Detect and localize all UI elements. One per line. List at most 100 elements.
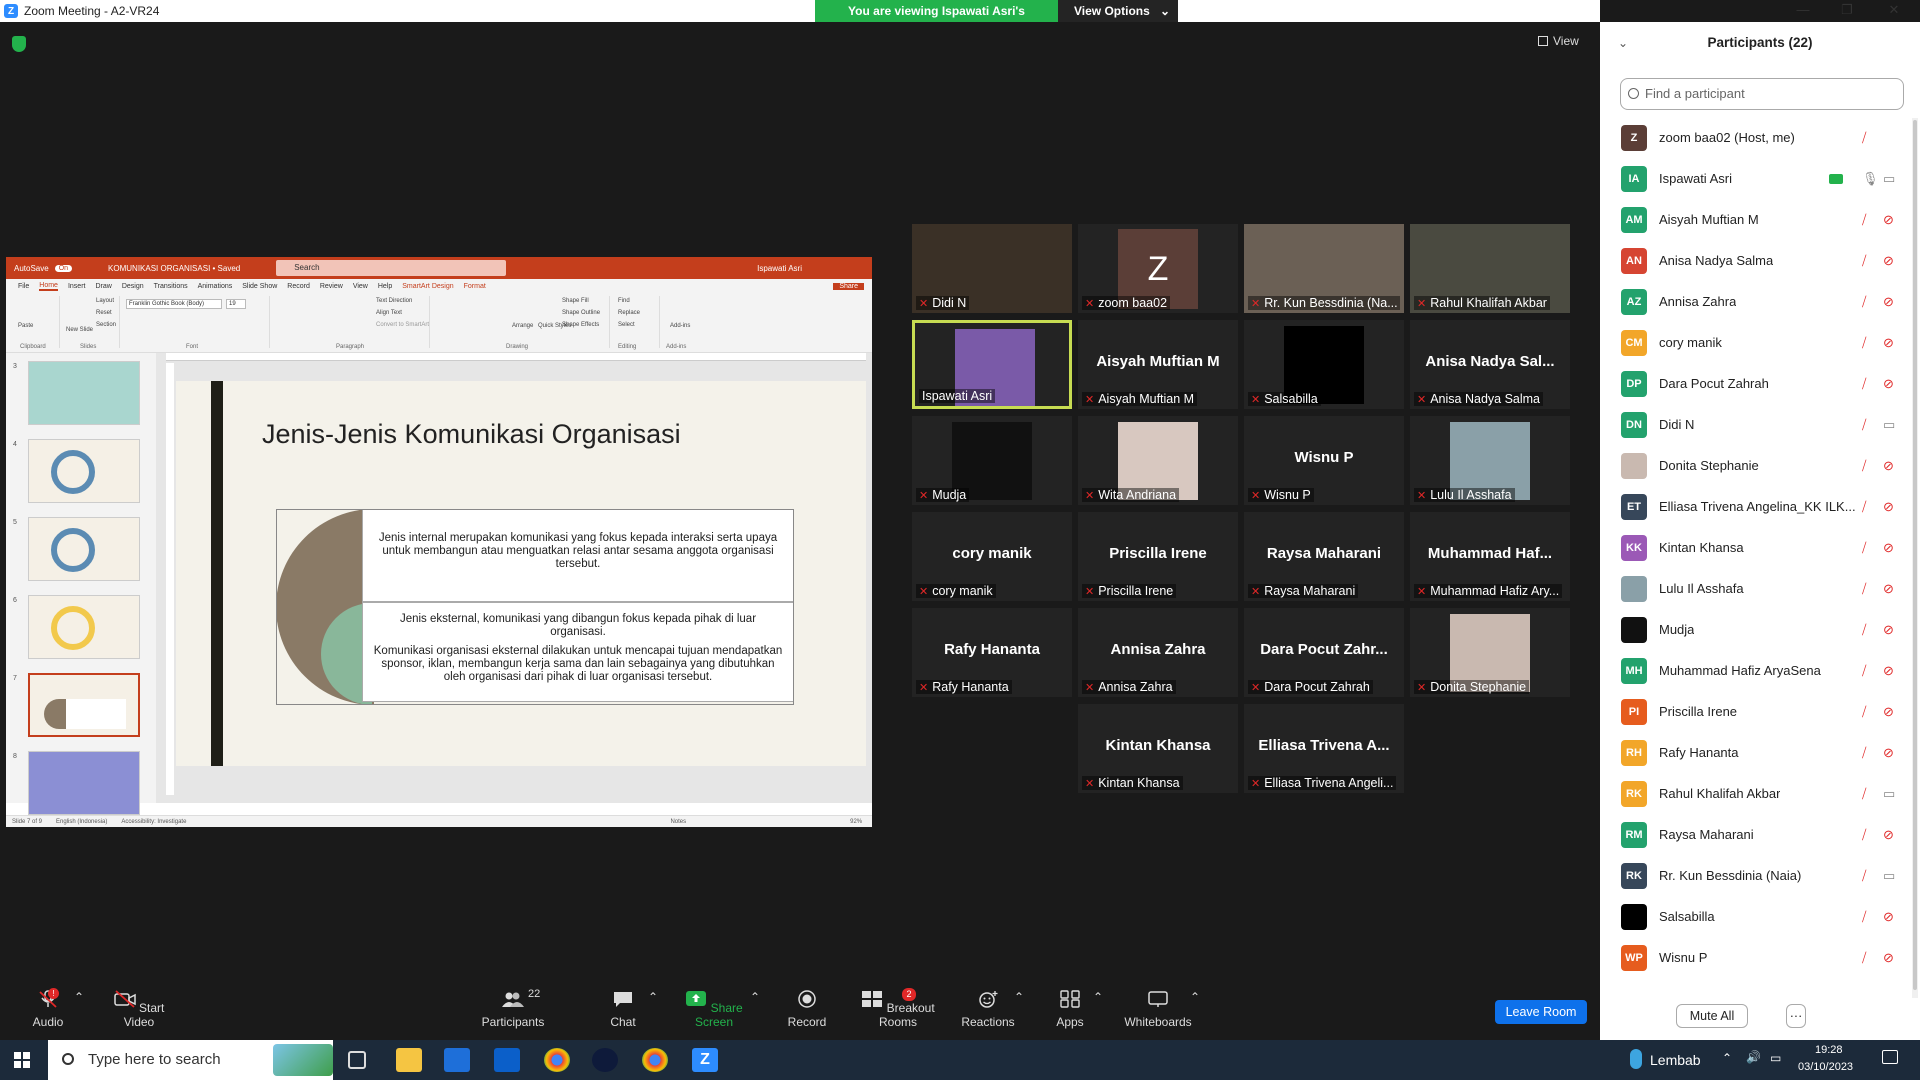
video-tile[interactable]: Dara Pocut Zahr... ✕ Dara Pocut Zahrah [1244,608,1404,697]
leave-room-button[interactable]: Leave Room [1495,1000,1587,1024]
video-tile[interactable]: Annisa Zahra ✕ Annisa Zahra [1078,608,1238,697]
participant-row[interactable]: WP Wisnu P ⧸ ⊘ [1600,937,1910,978]
share-screen-button[interactable]: Share Screen [676,990,752,1029]
close-button[interactable]: ✕ [1876,0,1912,22]
participant-row[interactable]: ET Elliasa Trivena Angelina_KK ILK... ⧸ ⊘ [1600,486,1910,527]
mute-all-button[interactable]: Mute All [1676,1004,1748,1028]
microphone-muted-icon[interactable]: ⧸ [1862,130,1866,146]
video-tile[interactable]: ✕ Mudja [912,416,1072,505]
chrome-profile-icon[interactable] [642,1048,668,1072]
zoom-app-icon[interactable]: Z [692,1048,718,1072]
find-participant-input[interactable]: Find a participant [1620,78,1904,110]
apps-caret-icon[interactable]: ⌃ [1093,990,1103,1004]
microphone-muted-icon[interactable]: ⧸ [1862,294,1866,310]
participant-row[interactable]: DP Dara Pocut Zahrah ⧸ ⊘ [1600,363,1910,404]
file-explorer-icon[interactable] [396,1048,422,1072]
participant-row[interactable]: DN Didi N ⧸ ▭ [1600,404,1910,445]
participants-button[interactable]: Participants 22 [478,988,548,1029]
microphone-muted-icon[interactable]: ⧸ [1862,868,1866,884]
microphone-muted-icon[interactable]: ⧸ [1862,950,1866,966]
notification-icon[interactable] [1882,1050,1898,1064]
volume-icon[interactable]: 🔊 [1746,1050,1761,1064]
participant-row[interactable]: RM Raysa Maharani ⧸ ⊘ [1600,814,1910,855]
participant-row[interactable]: AM Aisyah Muftian M ⧸ ⊘ [1600,199,1910,240]
audio-caret-icon[interactable]: ⌃ [74,990,84,1004]
taskbar-search[interactable]: Type here to search [48,1040,333,1080]
video-tile[interactable]: ✕ Rr. Kun Bessdinia (Na... [1244,224,1404,313]
reactions-button[interactable]: Reactions [960,990,1016,1029]
apps-button[interactable]: Apps [1052,990,1088,1029]
participant-row[interactable]: MH Muhammad Hafiz AryaSena ⧸ ⊘ [1600,650,1910,691]
breakout-rooms-button[interactable]: Breakout Rooms 2 [852,988,944,1029]
microphone-muted-icon[interactable]: ⧸ [1862,417,1866,433]
chrome-icon[interactable] [544,1048,570,1072]
participant-row[interactable]: CM cory manik ⧸ ⊘ [1600,322,1910,363]
participant-row[interactable]: AN Anisa Nadya Salma ⧸ ⊘ [1600,240,1910,281]
microphone-icon[interactable]: 🎙 [1862,171,1879,187]
more-options-button[interactable]: ··· [1786,1004,1806,1028]
mail-icon[interactable] [494,1048,520,1072]
microphone-muted-icon[interactable]: ⧸ [1862,458,1866,474]
clock-date[interactable]: 03/10/2023 [1798,1061,1853,1073]
microphone-muted-icon[interactable]: ⧸ [1862,622,1866,638]
security-shield-icon[interactable] [12,36,26,52]
participant-row[interactable]: Mudja ⧸ ⊘ [1600,609,1910,650]
video-tile[interactable]: Z ✕ zoom baa02 [1078,224,1238,313]
video-tile[interactable]: ✕ Didi N [912,224,1072,313]
video-tile[interactable]: Kintan Khansa ✕ Kintan Khansa [1078,704,1238,793]
participant-row[interactable]: AZ Annisa Zahra ⧸ ⊘ [1600,281,1910,322]
microphone-muted-icon[interactable]: ⧸ [1862,376,1866,392]
microphone-muted-icon[interactable]: ⧸ [1862,335,1866,351]
share-caret-icon[interactable]: ⌃ [750,990,760,1004]
task-view-icon[interactable] [348,1051,366,1069]
whiteboards-caret-icon[interactable]: ⌃ [1190,990,1200,1004]
view-options-button[interactable]: View Options ⌄ [1058,0,1178,22]
video-tile[interactable]: Anisa Nadya Sal... ✕ Anisa Nadya Salma [1410,320,1570,409]
microphone-muted-icon[interactable]: ⧸ [1862,212,1866,228]
clock-time[interactable]: 19:28 [1815,1044,1843,1056]
participant-row[interactable]: Zzoom baa02 (Host, me) ⧸ [1600,117,1910,158]
tray-chevron-icon[interactable]: ⌃ [1722,1051,1732,1065]
reactions-caret-icon[interactable]: ⌃ [1014,990,1024,1004]
minimize-button[interactable]: — [1785,0,1821,22]
video-tile[interactable]: Ispawati Asri [912,320,1072,409]
microphone-muted-icon[interactable]: ⧸ [1862,581,1866,597]
weather-label[interactable]: Lembab [1650,1052,1701,1068]
network-icon[interactable]: ▭ [1770,1051,1781,1065]
video-tile[interactable]: Aisyah Muftian M ✕ Aisyah Muftian M [1078,320,1238,409]
video-tile[interactable]: ✕ Lulu Il Asshafa [1410,416,1570,505]
participant-row[interactable]: Salsabilla ⧸ ⊘ [1600,896,1910,937]
microphone-muted-icon[interactable]: ⧸ [1862,786,1866,802]
view-button[interactable]: View [1538,34,1579,48]
video-tile[interactable]: Muhammad Haf... ✕ Muhammad Hafiz Ary... [1410,512,1570,601]
audio-button[interactable]: Audio ! [28,988,68,1029]
microphone-muted-icon[interactable]: ⧸ [1862,253,1866,269]
record-button[interactable]: Record [782,990,832,1029]
microphone-muted-icon[interactable]: ⧸ [1862,909,1866,925]
microphone-muted-icon[interactable]: ⧸ [1862,827,1866,843]
microphone-muted-icon[interactable]: ⧸ [1862,704,1866,720]
participant-row[interactable]: Donita Stephanie ⧸ ⊘ [1600,445,1910,486]
video-tile[interactable]: Priscilla Irene ✕ Priscilla Irene [1078,512,1238,601]
video-tile[interactable]: Rafy Hananta ✕ Rafy Hananta [912,608,1072,697]
microphone-muted-icon[interactable]: ⧸ [1862,663,1866,679]
participant-row[interactable]: PI Priscilla Irene ⧸ ⊘ [1600,691,1910,732]
store-icon[interactable] [444,1048,470,1072]
start-video-button[interactable]: Start Video [104,990,174,1029]
chat-button[interactable]: Chat [605,990,641,1029]
video-tile[interactable]: ✕ Salsabilla [1244,320,1404,409]
whiteboards-button[interactable]: Whiteboards [1120,990,1196,1029]
participant-row[interactable]: IA Ispawati Asri 🎙 ▭ [1600,158,1910,199]
video-tile[interactable]: ✕ Rahul Khalifah Akbar [1410,224,1570,313]
chat-caret-icon[interactable]: ⌃ [648,990,658,1004]
teamviewer-icon[interactable] [592,1048,618,1072]
microphone-muted-icon[interactable]: ⧸ [1862,745,1866,761]
participant-row[interactable]: RH Rafy Hananta ⧸ ⊘ [1600,732,1910,773]
video-tile[interactable]: Wisnu P ✕ Wisnu P [1244,416,1404,505]
video-tile[interactable]: ✕ Wita Andriana [1078,416,1238,505]
maximize-button[interactable]: ❐ [1829,0,1865,22]
microphone-muted-icon[interactable]: ⧸ [1862,540,1866,556]
video-tile[interactable]: Raysa Maharani ✕ Raysa Maharani [1244,512,1404,601]
microphone-muted-icon[interactable]: ⧸ [1862,499,1866,515]
video-tile[interactable]: cory manik ✕ cory manik [912,512,1072,601]
